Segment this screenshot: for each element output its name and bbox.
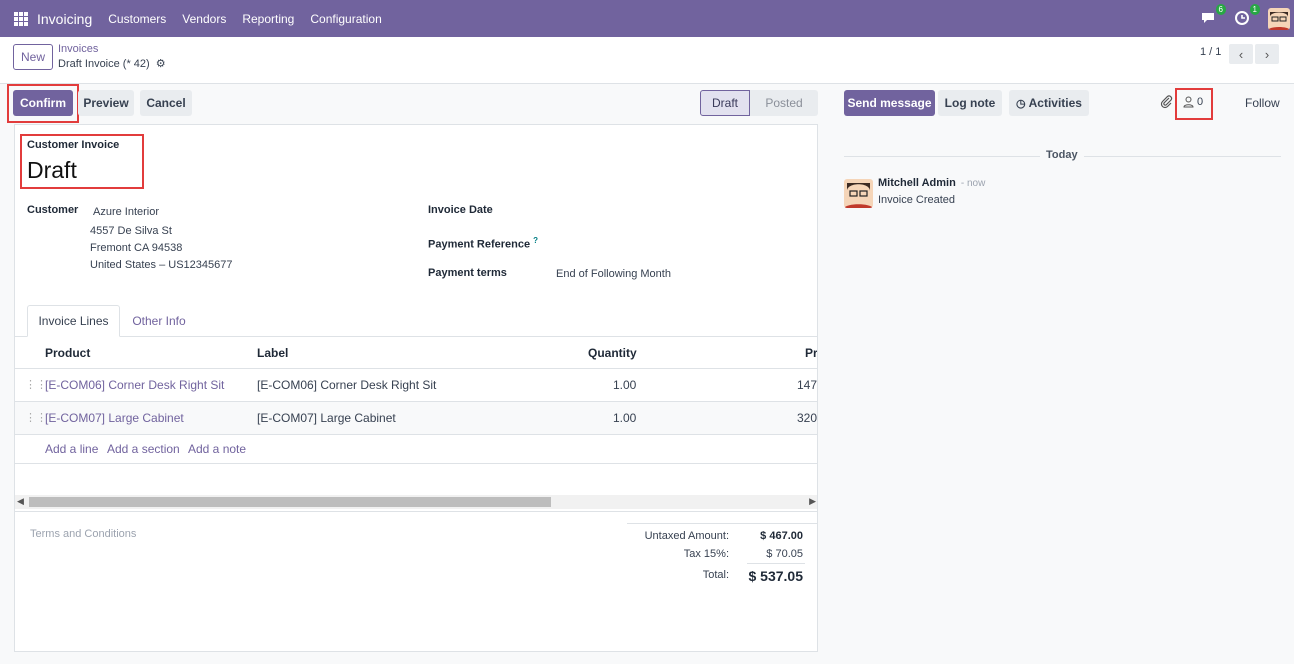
message-header: Mitchell Admin - now xyxy=(878,177,985,189)
scrollbar-thumb[interactable] xyxy=(29,497,551,507)
message-body: Invoice Created xyxy=(878,194,956,206)
drag-handle-icon[interactable]: ⋮⋮ xyxy=(25,411,47,424)
pager-value[interactable]: 1 / 1 xyxy=(1200,46,1221,58)
pager-next-icon[interactable]: › xyxy=(1255,44,1279,64)
confirm-highlight xyxy=(7,84,79,123)
top-navbar: Invoicing Customers Vendors Reporting Co… xyxy=(0,0,1294,37)
scroll-right-icon[interactable]: ▶ xyxy=(809,496,816,507)
line-price[interactable]: 147 xyxy=(797,378,817,392)
terms-and-conditions-field[interactable]: Terms and Conditions xyxy=(30,528,136,540)
followers-highlight xyxy=(1175,88,1213,120)
totals-divider xyxy=(15,511,817,512)
menu-item-vendors[interactable]: Vendors xyxy=(174,12,234,26)
paperclip-icon[interactable] xyxy=(1160,95,1174,112)
messages-icon[interactable]: 6 xyxy=(1200,3,1226,28)
menu-item-reporting[interactable]: Reporting xyxy=(234,12,302,26)
status-posted[interactable]: Posted xyxy=(750,90,818,116)
line-label[interactable]: [E-COM06] Corner Desk Right Sit xyxy=(257,378,436,392)
table-row[interactable]: ⋮⋮ [E-COM07] Large Cabinet [E-COM07] Lar… xyxy=(15,402,817,435)
add-line-link[interactable]: Add a line xyxy=(45,442,98,456)
payment-terms-value[interactable]: End of Following Month xyxy=(556,268,671,280)
column-header-label[interactable]: Label xyxy=(257,346,288,360)
payment-reference-text: Payment Reference xyxy=(428,238,531,251)
record-name: Draft Invoice (* 42) xyxy=(58,58,150,70)
column-header-product[interactable]: Product xyxy=(45,346,90,360)
cancel-button[interactable]: Cancel xyxy=(140,90,192,116)
drag-handle-icon[interactable]: ⋮⋮ xyxy=(25,378,47,391)
tab-invoice-lines[interactable]: Invoice Lines xyxy=(27,305,120,337)
preview-button[interactable]: Preview xyxy=(78,90,134,116)
app-name[interactable]: Invoicing xyxy=(37,11,92,27)
totals-top-line xyxy=(627,523,817,524)
add-section-link[interactable]: Add a section xyxy=(107,442,180,456)
help-tooltip-icon[interactable]: ? xyxy=(533,236,538,245)
line-quantity[interactable]: 1.00 xyxy=(613,378,636,392)
message-author[interactable]: Mitchell Admin xyxy=(878,177,956,189)
payment-terms-label: Payment terms xyxy=(428,267,507,279)
activities-label: Activities xyxy=(1028,96,1082,110)
menu-item-customers[interactable]: Customers xyxy=(100,12,174,26)
line-quantity[interactable]: 1.00 xyxy=(613,411,636,425)
status-draft[interactable]: Draft xyxy=(700,90,750,116)
follow-button[interactable]: Follow xyxy=(1245,96,1280,110)
menu-item-configuration[interactable]: Configuration xyxy=(302,12,389,26)
tax-value: $ 70.05 xyxy=(766,548,803,560)
title-highlight xyxy=(20,134,144,189)
activities-button[interactable]: ◷ Activities xyxy=(1009,90,1089,116)
apps-menu-icon[interactable] xyxy=(14,11,28,26)
total-label: Total: xyxy=(702,569,729,581)
main-menu: Customers Vendors Reporting Configuratio… xyxy=(100,12,389,26)
customer-address-line1: 4557 De Silva St xyxy=(90,225,172,237)
customer-label: Customer xyxy=(27,204,79,216)
scroll-left-icon[interactable]: ◀ xyxy=(17,496,24,507)
gear-icon[interactable]: ⚙ xyxy=(156,57,166,70)
untaxed-amount-label: Untaxed Amount: xyxy=(644,530,729,542)
column-header-price[interactable]: Pr xyxy=(805,346,817,360)
log-note-button[interactable]: Log note xyxy=(938,90,1002,116)
user-avatar[interactable] xyxy=(1268,7,1290,30)
notebook-tabs: Invoice Lines Other Info xyxy=(15,305,817,337)
breadcrumb-current: Draft Invoice (* 42) ⚙ xyxy=(58,57,166,70)
invoice-date-label: Invoice Date xyxy=(428,204,493,216)
total-value: $ 537.05 xyxy=(748,568,804,584)
message-author-avatar[interactable] xyxy=(844,179,873,208)
tax-label: Tax 15%: xyxy=(683,548,729,560)
add-line-row: Add a line Add a section Add a note xyxy=(15,435,817,464)
breadcrumb-invoices[interactable]: Invoices xyxy=(58,43,98,55)
add-note-link[interactable]: Add a note xyxy=(188,442,246,456)
line-price[interactable]: 320 xyxy=(797,411,817,425)
control-panel: New Invoices Draft Invoice (* 42) ⚙ 1 / 1… xyxy=(0,37,1294,84)
customer-address-line2: Fremont CA 94538 xyxy=(90,242,183,254)
systray: 6 1 xyxy=(1200,0,1294,37)
line-product[interactable]: [E-COM07] Large Cabinet xyxy=(45,411,184,425)
untaxed-amount-value: $ 467.00 xyxy=(760,530,803,542)
status-bar: Draft Posted xyxy=(700,90,818,116)
activities-badge: 1 xyxy=(1249,3,1260,15)
line-label[interactable]: [E-COM07] Large Cabinet xyxy=(257,411,396,425)
tab-other-info[interactable]: Other Info xyxy=(120,305,198,337)
table-header: Product Label Quantity Pr xyxy=(15,337,817,369)
table-row[interactable]: ⋮⋮ [E-COM06] Corner Desk Right Sit [E-CO… xyxy=(15,369,817,402)
message-time: - now xyxy=(960,178,986,189)
clock-icon: ◷ xyxy=(1016,97,1026,110)
messages-badge: 6 xyxy=(1215,3,1226,15)
total-line xyxy=(747,563,805,564)
customer-address-line3: United States – US12345677 xyxy=(90,259,233,271)
pager-previous-icon[interactable]: ‹ xyxy=(1229,44,1253,64)
line-product[interactable]: [E-COM06] Corner Desk Right Sit xyxy=(45,378,224,392)
horizontal-scrollbar[interactable]: ◀ ▶ xyxy=(15,495,817,509)
form-sheet: Customer Invoice Draft Customer Azure In… xyxy=(14,124,818,652)
send-message-button[interactable]: Send message xyxy=(844,90,935,116)
column-header-quantity[interactable]: Quantity xyxy=(588,346,637,360)
customer-name[interactable]: Azure Interior xyxy=(93,206,159,218)
payment-reference-label: Payment Reference? xyxy=(428,236,538,251)
date-separator: Today xyxy=(1040,149,1084,161)
activities-clock-icon[interactable]: 1 xyxy=(1234,3,1260,28)
new-button[interactable]: New xyxy=(13,44,53,70)
